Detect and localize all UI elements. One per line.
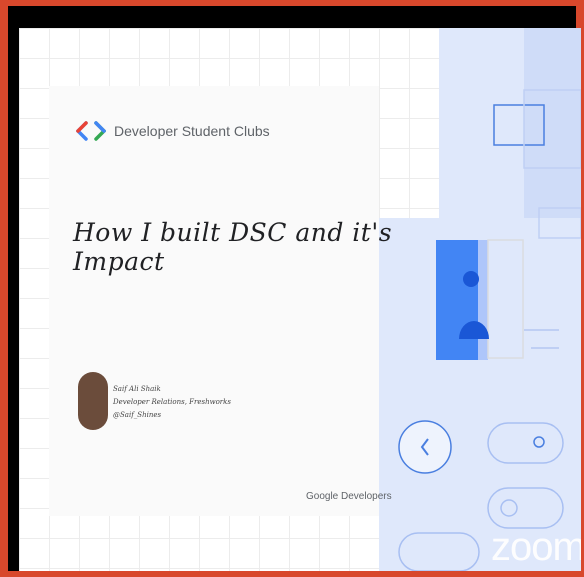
developer-logo-icon xyxy=(76,121,106,141)
deco-rect-top xyxy=(493,104,545,146)
speaker-info: Saif Ali Shaik Developer Relations, Fres… xyxy=(113,383,231,422)
presentation-slide: Developer Student Clubs How I built DSC … xyxy=(19,28,581,571)
slide-decoration xyxy=(398,89,581,571)
brand-name: Developer Student Clubs xyxy=(114,123,270,139)
person-icon xyxy=(436,239,524,360)
brand-header: Developer Student Clubs xyxy=(76,121,270,141)
chevron-left-icon xyxy=(398,420,452,474)
screen-frame: Developer Student Clubs How I built DSC … xyxy=(8,6,581,571)
speaker-name: Saif Ali Shaik xyxy=(113,385,161,393)
speaker-role: Developer Relations, Freshworks xyxy=(113,398,231,406)
toggle-icon xyxy=(487,422,564,529)
slide-title: How I built DSC and it's Impact xyxy=(73,218,393,276)
avatar xyxy=(78,372,108,430)
google-developers-label: Google Developers xyxy=(306,491,392,502)
speaker-handle: @Saif_Shines xyxy=(113,411,162,419)
deco-rect-top2 xyxy=(523,89,581,169)
zoom-watermark: zoom xyxy=(491,525,581,569)
deco-rect-mid xyxy=(538,207,581,239)
